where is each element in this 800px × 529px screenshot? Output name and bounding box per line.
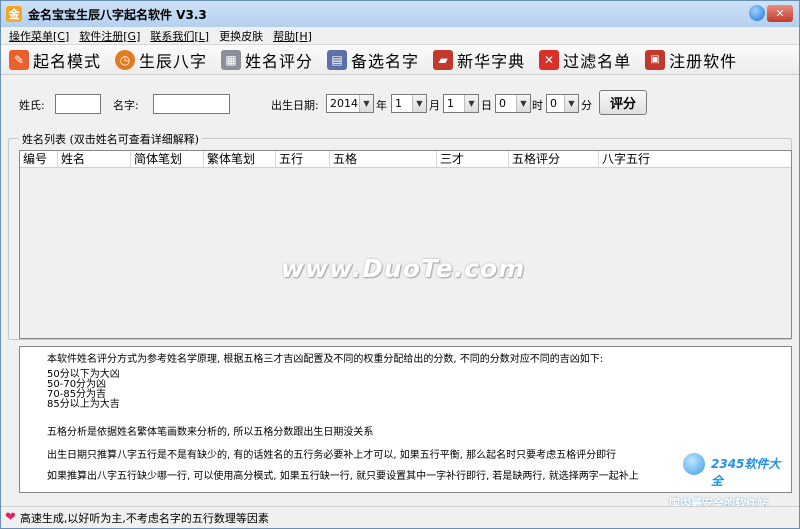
minute-select[interactable]: 0 ▼ [546, 94, 579, 113]
toolbar-dictionary-button[interactable]: ▰ 新华字典 [433, 47, 539, 73]
title-bar: 金 金名宝宝生辰八字起名软件 V3.3 ✕ [1, 1, 799, 27]
toolbar-candidate-names-button[interactable]: ▤ 备选名字 [327, 47, 433, 73]
clock-icon: ◷ [115, 49, 136, 70]
column-header-traditional-strokes[interactable]: 繁体笔划 [204, 151, 276, 168]
menu-skin[interactable]: 更换皮肤 [219, 28, 263, 44]
input-row: 姓氏: 名字: 出生日期: 2014 ▼ 年 1 ▼ 月 1 ▼ 日 0 ▼ 时… [1, 85, 799, 115]
day-unit: 日 [481, 99, 492, 112]
given-name-input[interactable] [153, 94, 230, 114]
hour-select[interactable]: 0 ▼ [495, 94, 531, 113]
toolbar-label: 生辰八字 [139, 51, 208, 71]
name-list-table[interactable]: 编号 姓名 简体笔划 繁体笔划 五行 五格 三才 五格评分 八字五行 [19, 150, 792, 339]
toolbar-name-score-button[interactable]: ▦ 姓名评分 [221, 47, 327, 73]
month-value: 1 [395, 97, 402, 110]
day-select[interactable]: 1 ▼ [443, 94, 479, 113]
delete-icon: ✕ [539, 49, 560, 70]
column-header-number[interactable]: 编号 [20, 151, 58, 168]
column-header-five-grids[interactable]: 五格 [330, 151, 437, 168]
day-value: 1 [447, 97, 454, 110]
menu-register[interactable]: 软件注册[G] [79, 28, 140, 44]
window-title: 金名宝宝生辰八字起名软件 V3.3 [28, 7, 207, 22]
site-watermark: www.DuoTe.com [281, 254, 526, 283]
toolbar-label: 新华字典 [457, 51, 526, 71]
chevron-down-icon: ▼ [412, 95, 426, 112]
menu-help[interactable]: 帮助[H] [273, 28, 312, 44]
calculator-icon: ▦ [221, 49, 242, 70]
minute-value: 0 [550, 97, 557, 110]
name-list-title: 姓名列表 (双击姓名可查看详细解释) [19, 131, 203, 147]
table-header: 编号 姓名 简体笔划 繁体笔划 五行 五格 三才 五格评分 八字五行 [20, 151, 791, 168]
column-header-grid-score[interactable]: 五格评分 [509, 151, 599, 168]
surname-label: 姓氏: [19, 99, 45, 112]
toolbar-birth-bazi-button[interactable]: ◷ 生辰八字 [115, 47, 221, 73]
toolbar-filter-list-button[interactable]: ✕ 过滤名单 [539, 47, 645, 73]
surname-input[interactable] [55, 94, 101, 114]
toolbar-register-button[interactable]: ▣ 注册软件 [645, 47, 751, 73]
birth-date-label: 出生日期: [271, 99, 319, 112]
toolbar-label: 起名模式 [33, 51, 102, 71]
heart-icon: ❤ [5, 510, 16, 525]
menu-operation[interactable]: 操作菜单[C] [9, 28, 69, 44]
column-header-name[interactable]: 姓名 [58, 151, 131, 168]
toolbar-label: 过滤名单 [563, 51, 632, 71]
year-select[interactable]: 2014 ▼ [326, 94, 374, 113]
status-text: 高速生成,以好听为主,不考虑名字的五行数理等因素 [19, 511, 269, 525]
brand-watermark: 2345软件大全 国内最安全的软件站 [661, 451, 791, 511]
score-button[interactable]: 评分 [599, 90, 647, 115]
chevron-down-icon: ▼ [464, 95, 478, 112]
given-name-label: 名字: [113, 99, 139, 112]
toolbar-naming-mode-button[interactable]: ✎ 起名模式 [9, 47, 115, 73]
close-button[interactable]: ✕ [767, 5, 793, 22]
year-value: 2014 [330, 97, 358, 110]
info-bazi-note: 如果推算出八字五行缺少哪一行, 可以使用高分模式, 如果五行缺一行, 就只要设置… [47, 471, 639, 482]
toolbar-label: 备选名字 [351, 51, 420, 71]
info-range: 85分以上为大吉 [47, 399, 120, 410]
globe-icon [683, 453, 705, 475]
month-unit: 月 [429, 99, 440, 112]
info-intro: 本软件姓名评分方式为参考姓名学原理, 根据五格三才吉凶配置及不同的权重分配给出的… [47, 354, 604, 365]
minute-unit: 分 [581, 99, 592, 112]
column-header-bazi-elements[interactable]: 八字五行 [599, 151, 791, 168]
menu-contact[interactable]: 联系我们[L] [150, 28, 209, 44]
info-five-grid-note: 五格分析是依据姓名繁体笔画数来分析的, 所以五格分数跟出生日期没关系 [47, 427, 374, 438]
chevron-down-icon: ▼ [359, 95, 373, 112]
column-header-five-elements[interactable]: 五行 [276, 151, 330, 168]
toolbar: ✎ 起名模式 ◷ 生辰八字 ▦ 姓名评分 ▤ 备选名字 ▰ 新华字典 ✕ 过滤名… [1, 45, 799, 75]
year-unit: 年 [376, 99, 387, 112]
app-logo-icon: 金 [6, 6, 22, 22]
toolbar-label: 注册软件 [669, 51, 738, 71]
document-edit-icon: ✎ [9, 49, 29, 70]
column-header-simplified-strokes[interactable]: 简体笔划 [131, 151, 204, 168]
folder-icon: ▰ [433, 49, 454, 70]
lock-icon: ▣ [645, 49, 666, 70]
menu-bar: 操作菜单[C] 软件注册[G] 联系我们[L] 更换皮肤 帮助[H] [1, 27, 799, 45]
brand-watermark-top: 2345软件大全 [711, 457, 781, 488]
app-window: 金 金名宝宝生辰八字起名软件 V3.3 ✕ 操作菜单[C] 软件注册[G] 联系… [0, 0, 800, 529]
column-header-three-talents[interactable]: 三才 [437, 151, 509, 168]
toolbar-label: 姓名评分 [245, 51, 314, 71]
status-bar: ❤ 高速生成,以好听为主,不考虑名字的五行数理等因素 [1, 506, 799, 528]
skin-orb-icon[interactable] [749, 5, 765, 21]
chevron-down-icon: ▼ [516, 95, 530, 112]
hour-value: 0 [499, 97, 506, 110]
info-birth-note: 出生日期只推算八字五行是不是有缺少的, 有的话姓名的五行务必要补上才可以, 如果… [47, 450, 617, 461]
hour-unit: 时 [532, 99, 543, 112]
calendar-icon: ▤ [327, 49, 348, 70]
window-controls: ✕ [749, 5, 793, 22]
month-select[interactable]: 1 ▼ [391, 94, 427, 113]
chevron-down-icon: ▼ [564, 95, 578, 112]
